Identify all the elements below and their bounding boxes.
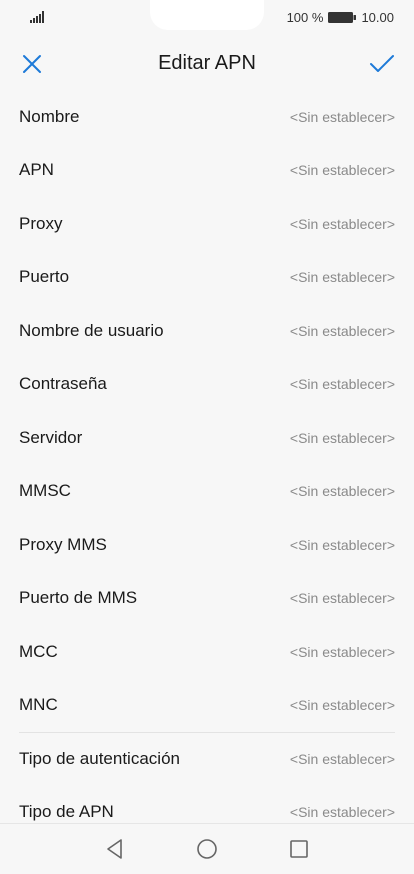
setting-label: MMSC [19, 481, 71, 501]
setting-value: <Sin establecer> [289, 162, 395, 179]
setting-label: MCC [19, 641, 58, 661]
setting-label: Proxy [19, 213, 63, 233]
camera-notch [150, 0, 264, 30]
navigation-bar [0, 823, 414, 874]
page-title: Editar APN [158, 52, 256, 74]
recents-square-icon [290, 840, 308, 858]
setting-value: <Sin establecer> [289, 269, 395, 286]
check-icon [370, 55, 394, 72]
setting-row-proxy[interactable]: Proxy <Sin establecer> [0, 197, 414, 251]
home-button[interactable] [194, 836, 220, 862]
home-circle-icon [197, 839, 217, 859]
status-time: 10.00 [361, 10, 394, 25]
setting-value: <Sin establecer> [289, 322, 395, 339]
setting-row-puerto-de-mms[interactable]: Puerto de MMS <Sin establecer> [0, 572, 414, 626]
setting-label: Nombre de usuario [19, 320, 164, 340]
setting-value: <Sin establecer> [289, 376, 395, 393]
back-button[interactable] [102, 836, 128, 862]
setting-value: <Sin establecer> [289, 643, 395, 660]
battery-icon [328, 12, 357, 23]
setting-label: MNC [19, 695, 58, 715]
recents-button[interactable] [286, 836, 312, 862]
screen: 100 % 10.00 Editar APN Nombre <Sin estab… [0, 0, 414, 874]
status-right: 100 % 10.00 [287, 10, 394, 25]
setting-row-servidor[interactable]: Servidor <Sin establecer> [0, 411, 414, 465]
confirm-button[interactable] [366, 48, 398, 80]
header: Editar APN [0, 42, 414, 86]
setting-label: Contraseña [19, 374, 107, 394]
setting-row-puerto[interactable]: Puerto <Sin establecer> [0, 251, 414, 305]
setting-row-tipo-de-apn[interactable]: Tipo de APN <Sin establecer> [0, 786, 414, 824]
setting-row-nombre-de-usuario[interactable]: Nombre de usuario <Sin establecer> [0, 304, 414, 358]
setting-label: Proxy MMS [19, 534, 107, 554]
setting-row-mnc[interactable]: MNC <Sin establecer> [0, 679, 414, 733]
back-triangle-icon [107, 839, 122, 859]
setting-value: <Sin establecer> [289, 429, 395, 446]
apn-settings-list: Nombre <Sin establecer> APN <Sin estable… [0, 90, 414, 823]
setting-row-mcc[interactable]: MCC <Sin establecer> [0, 625, 414, 679]
setting-value: <Sin establecer> [289, 483, 395, 500]
setting-label: Nombre [19, 106, 80, 126]
setting-value: <Sin establecer> [289, 536, 395, 553]
setting-label: Servidor [19, 427, 83, 447]
setting-value: <Sin establecer> [289, 590, 395, 607]
setting-label: Puerto de MMS [19, 588, 138, 608]
setting-value: <Sin establecer> [289, 215, 395, 232]
setting-row-mmsc[interactable]: MMSC <Sin establecer> [0, 465, 414, 519]
setting-label: APN [19, 160, 54, 180]
setting-label: Puerto [19, 267, 70, 287]
setting-label: Tipo de autenticación [19, 748, 180, 768]
battery-percent: 100 % [286, 10, 324, 25]
setting-row-proxy-mms[interactable]: Proxy MMS <Sin establecer> [0, 518, 414, 572]
setting-value: <Sin establecer> [289, 697, 395, 714]
status-bar: 100 % 10.00 [0, 0, 414, 36]
setting-label: Tipo de APN [19, 802, 114, 822]
setting-value: <Sin establecer> [289, 750, 395, 767]
setting-value: <Sin establecer> [289, 804, 395, 821]
setting-row-apn[interactable]: APN <Sin establecer> [0, 144, 414, 198]
setting-row-tipo-de-autenticacion[interactable]: Tipo de autenticación <Sin establecer> [0, 732, 414, 786]
setting-row-nombre[interactable]: Nombre <Sin establecer> [0, 90, 414, 144]
setting-value: <Sin establecer> [289, 108, 395, 125]
signal-icon [30, 11, 44, 23]
setting-row-contrasena[interactable]: Contraseña <Sin establecer> [0, 358, 414, 412]
